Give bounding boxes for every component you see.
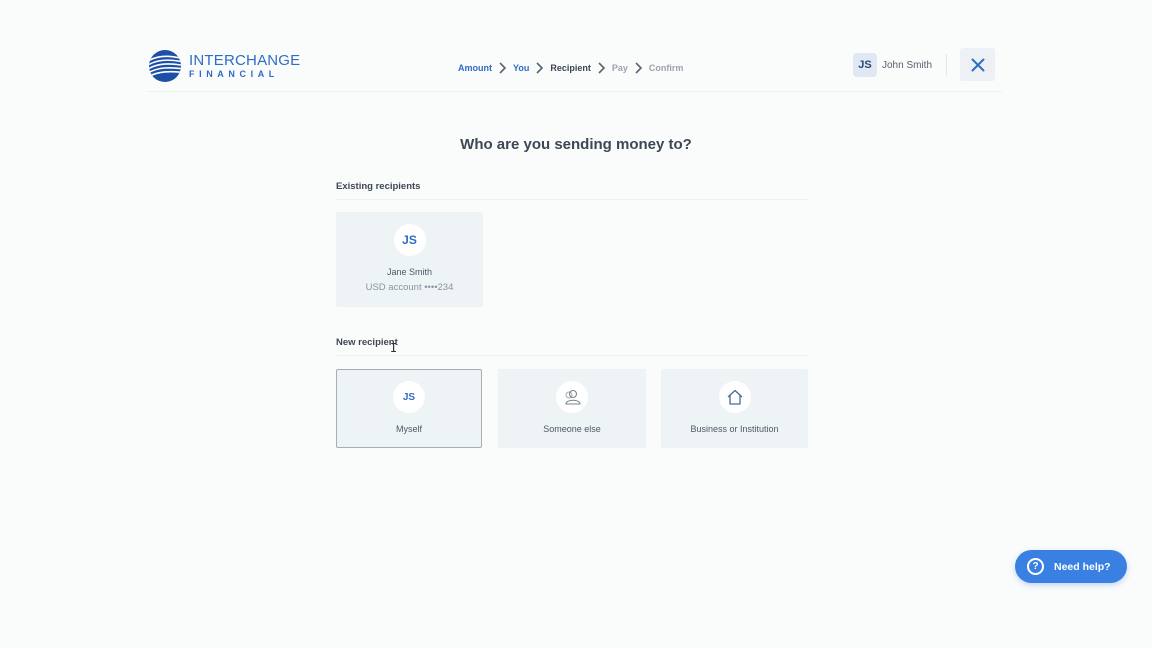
close-icon <box>971 58 984 71</box>
text-cursor-icon: I <box>390 341 398 355</box>
person-icon <box>556 381 588 413</box>
top-bar: INTERCHANGE FINANCIAL Amount You Recipie… <box>148 44 1002 92</box>
header-divider <box>946 54 947 76</box>
user-name: John Smith <box>882 59 933 71</box>
avatar: JS <box>853 53 877 77</box>
progress-steps: Amount You Recipient Pay Confirm <box>458 62 683 74</box>
house-icon <box>718 381 751 413</box>
step-confirm: Confirm <box>648 63 684 73</box>
recipient-avatar: JS <box>393 224 426 256</box>
recipient-card-jane-smith[interactable]: JS Jane Smith USD account ••••234 <box>336 212 483 307</box>
section-divider <box>336 355 808 356</box>
chevron-right-icon <box>536 62 544 74</box>
brand-name: INTERCHANGE <box>189 52 301 69</box>
question-icon: ? <box>1027 558 1044 575</box>
step-you[interactable]: You <box>513 63 529 73</box>
myself-avatar: JS <box>393 381 425 413</box>
brand-logo[interactable]: INTERCHANGE FINANCIAL <box>148 49 300 83</box>
recipient-account: USD account ••••234 <box>365 282 454 293</box>
new-recipient-label: New recipient <box>336 337 398 348</box>
close-button[interactable] <box>960 48 995 81</box>
option-someone-else[interactable]: Someone else <box>498 369 646 448</box>
section-divider <box>336 199 808 200</box>
chevron-right-icon <box>499 62 507 74</box>
recipient-name: Jane Smith <box>386 267 433 277</box>
option-business-or-institution[interactable]: Business or Institution <box>661 369 808 448</box>
logo-mark-icon <box>149 50 181 82</box>
chevron-right-icon <box>598 62 605 74</box>
page-title: Who are you sending money to? <box>460 136 692 153</box>
step-recipient[interactable]: Recipient <box>550 63 591 73</box>
option-label: Myself <box>395 424 422 434</box>
chevron-right-icon <box>635 62 643 74</box>
option-label: Business or Institution <box>690 424 779 434</box>
user-menu[interactable]: JS John Smith <box>853 53 932 77</box>
brand-subname: FINANCIAL <box>189 69 279 79</box>
step-pay: Pay <box>611 63 628 73</box>
need-help-label: Need help? <box>1054 560 1111 573</box>
option-label: Someone else <box>543 424 601 434</box>
step-amount[interactable]: Amount <box>458 63 492 73</box>
option-myself[interactable]: JS Myself <box>336 369 482 448</box>
need-help-button[interactable]: ? Need help? <box>1015 550 1127 583</box>
existing-recipients-label: Existing recipients <box>336 181 421 192</box>
